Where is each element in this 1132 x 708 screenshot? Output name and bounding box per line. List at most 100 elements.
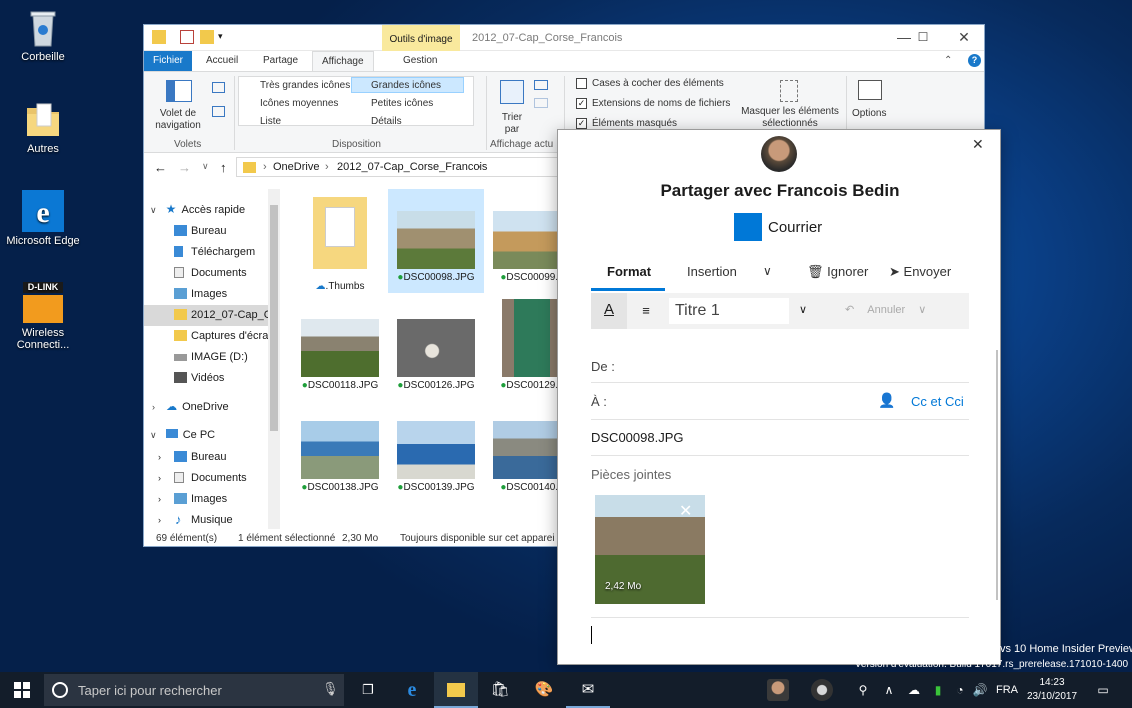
tab-view[interactable]: Affichage <box>312 51 374 71</box>
message-body[interactable] <box>591 626 969 644</box>
tab-share[interactable]: Partage <box>254 51 307 71</box>
nav-pc-images[interactable]: › Images <box>158 489 227 509</box>
layout-extra-large[interactable]: Très grandes icônes <box>260 80 350 91</box>
add-columns-icon[interactable] <box>534 98 548 108</box>
nav-item-current-folder[interactable]: 2012_07-Cap_Co <box>174 305 268 325</box>
nav-pc-documents[interactable]: › Documents <box>158 468 247 488</box>
nav-pc-music[interactable]: › ♪ Musique <box>158 510 233 530</box>
desktop-icon-recycle-bin[interactable]: Corbeille <box>6 8 80 63</box>
file-item[interactable]: ●DSC00126.JPG <box>388 295 484 399</box>
layout-large[interactable]: Grandes icônes <box>371 80 441 91</box>
file-item[interactable]: ●DSC00139.JPG <box>388 399 484 503</box>
folder-icon[interactable] <box>152 30 166 44</box>
hide-selected-button[interactable]: Masquer les éléments sélectionnés <box>740 106 840 130</box>
store-taskbar-icon[interactable]: 🛍 <box>478 672 522 708</box>
remove-attachment-icon[interactable]: ✕ <box>679 501 692 521</box>
file-item[interactable]: ●DSC00138.JPG <box>292 399 388 503</box>
details-pane-icon[interactable] <box>212 106 225 117</box>
item-checkboxes-checkbox[interactable] <box>576 78 587 89</box>
layout-small[interactable]: Petites icônes <box>371 98 433 109</box>
nav-item-images[interactable]: Images <box>174 284 227 304</box>
tab-more-chevron-icon[interactable]: ∨ <box>763 264 772 278</box>
nav-pane-button[interactable]: Volet de navigation <box>150 108 206 132</box>
back-icon[interactable]: ← <box>154 160 167 175</box>
discard-button[interactable]: 🗑 Ignorer <box>807 264 868 280</box>
hidden-items-checkbox[interactable]: ✓ <box>576 118 587 129</box>
nav-this-pc[interactable]: ∨ Ce PC <box>150 425 215 445</box>
preview-pane-icon[interactable] <box>212 82 225 93</box>
layout-details[interactable]: Détails <box>371 116 402 127</box>
breadcrumb-onedrive[interactable]: OneDrive <box>273 161 319 173</box>
file-item[interactable]: ●DSC00118.JPG <box>292 295 388 399</box>
contact-picker-icon[interactable]: 👤 <box>878 392 895 409</box>
subject-field[interactable]: DSC00098.JPG <box>591 430 684 445</box>
paragraph-format-icon[interactable]: ≡ <box>628 293 664 329</box>
people-icon[interactable]: ⚲ <box>852 672 874 708</box>
cc-bcc-link[interactable]: Cc et Cci <box>911 394 964 409</box>
undo-button[interactable]: ↶ Annuler ∨ <box>845 303 926 316</box>
tab-home[interactable]: Accueil <box>197 51 247 71</box>
chevron-up-icon[interactable]: ∧ <box>882 672 896 708</box>
language-indicator[interactable]: FRA <box>994 672 1020 708</box>
clock[interactable]: 14:23 23/10/2017 <box>1024 672 1080 708</box>
layout-medium[interactable]: Icônes moyennes <box>260 98 338 109</box>
breadcrumb-folder[interactable]: 2012_07-Cap_Corse_Francois <box>337 161 487 173</box>
desktop-icon-wireless[interactable]: D-LINK Wireless Connecti... <box>6 282 80 351</box>
nav-item-drive-d[interactable]: IMAGE (D:) <box>174 347 248 367</box>
nav-item-downloads[interactable]: Téléchargem <box>174 242 266 262</box>
properties-icon[interactable] <box>180 30 194 44</box>
nav-item-bureau[interactable]: Bureau <box>174 221 266 241</box>
file-item[interactable]: ☁.Thumbs <box>292 189 388 292</box>
help-icon[interactable]: ? <box>968 54 981 67</box>
desktop-icon-edge[interactable]: e Microsoft Edge <box>6 190 80 247</box>
nav-scrollbar[interactable] <box>268 189 280 529</box>
nav-item-screenshots[interactable]: Captures d'écran <box>174 326 268 346</box>
address-bar[interactable]: › OneDrive › 2012_07-Cap_Corse_Francois … <box>236 157 566 177</box>
mail-taskbar-icon[interactable]: ✉ <box>566 672 610 708</box>
file-extensions-checkbox[interactable]: ✓ <box>576 98 587 109</box>
up-icon[interactable]: ↑ <box>220 160 227 175</box>
file-item[interactable]: ●DSC00140... <box>484 399 560 503</box>
nav-quick-access[interactable]: ∨ ★ Accès rapide <box>150 199 245 219</box>
quick-access-dropdown-icon[interactable]: ▾ <box>218 31 223 42</box>
desktop-icon-autres[interactable]: Autres <box>6 100 80 155</box>
style-select[interactable]: Titre 1 <box>669 298 789 324</box>
group-by-icon[interactable] <box>534 80 548 90</box>
font-color-icon[interactable]: A <box>591 293 627 329</box>
tab-insert[interactable]: Insertion <box>687 264 737 279</box>
volume-icon[interactable]: 🔊 <box>972 672 988 708</box>
attachment-thumbnail[interactable]: ✕ 2,42 Mo <box>595 495 705 604</box>
options-button[interactable]: Options <box>852 108 886 119</box>
paint-taskbar-icon[interactable]: 🎨 <box>522 672 566 708</box>
forward-icon[interactable]: → <box>178 160 191 175</box>
onedrive-icon[interactable]: ☁ <box>904 672 924 708</box>
tab-format[interactable]: Format <box>607 264 651 279</box>
tab-file[interactable]: Fichier <box>144 51 192 71</box>
wifi-icon[interactable]: ◔ <box>952 672 968 708</box>
action-center-icon[interactable]: ▭ <box>1090 672 1116 708</box>
close-button[interactable]: ✕ <box>944 25 984 49</box>
maximize-button[interactable]: ☐ <box>903 25 943 49</box>
microphone-icon[interactable]: 🎙 <box>322 681 339 697</box>
scrollbar-thumb[interactable] <box>270 205 278 431</box>
people-contact-icon[interactable] <box>800 672 844 708</box>
dialog-scrollbar[interactable] <box>996 350 998 600</box>
nav-item-videos[interactable]: Vidéos <box>174 368 224 388</box>
network-icon[interactable]: ▮ <box>928 672 948 708</box>
file-item[interactable]: ●DSC00129... <box>484 295 560 399</box>
nav-pc-bureau[interactable]: › Bureau <box>158 447 226 467</box>
nav-item-documents[interactable]: Documents <box>174 263 247 283</box>
style-dropdown-icon[interactable]: ∨ <box>799 303 807 316</box>
file-item[interactable]: ●DSC00099... <box>484 189 560 293</box>
new-folder-icon[interactable] <box>200 30 214 44</box>
people-contact-icon[interactable] <box>756 672 800 708</box>
collapse-ribbon-icon[interactable]: ⌃ <box>944 55 952 66</box>
search-box[interactable]: Taper ici pour rechercher 🎙 <box>44 674 344 706</box>
nav-onedrive[interactable]: › ☁ OneDrive <box>152 397 229 417</box>
tab-manage[interactable]: Gestion <box>394 51 446 71</box>
file-item-selected[interactable]: ●DSC00098.JPG <box>388 189 484 293</box>
task-view-icon[interactable]: ❐ <box>346 672 390 708</box>
start-button[interactable] <box>0 672 44 708</box>
recent-dropdown-icon[interactable]: ∨ <box>202 161 209 172</box>
sort-button[interactable]: Trier par <box>496 112 528 136</box>
